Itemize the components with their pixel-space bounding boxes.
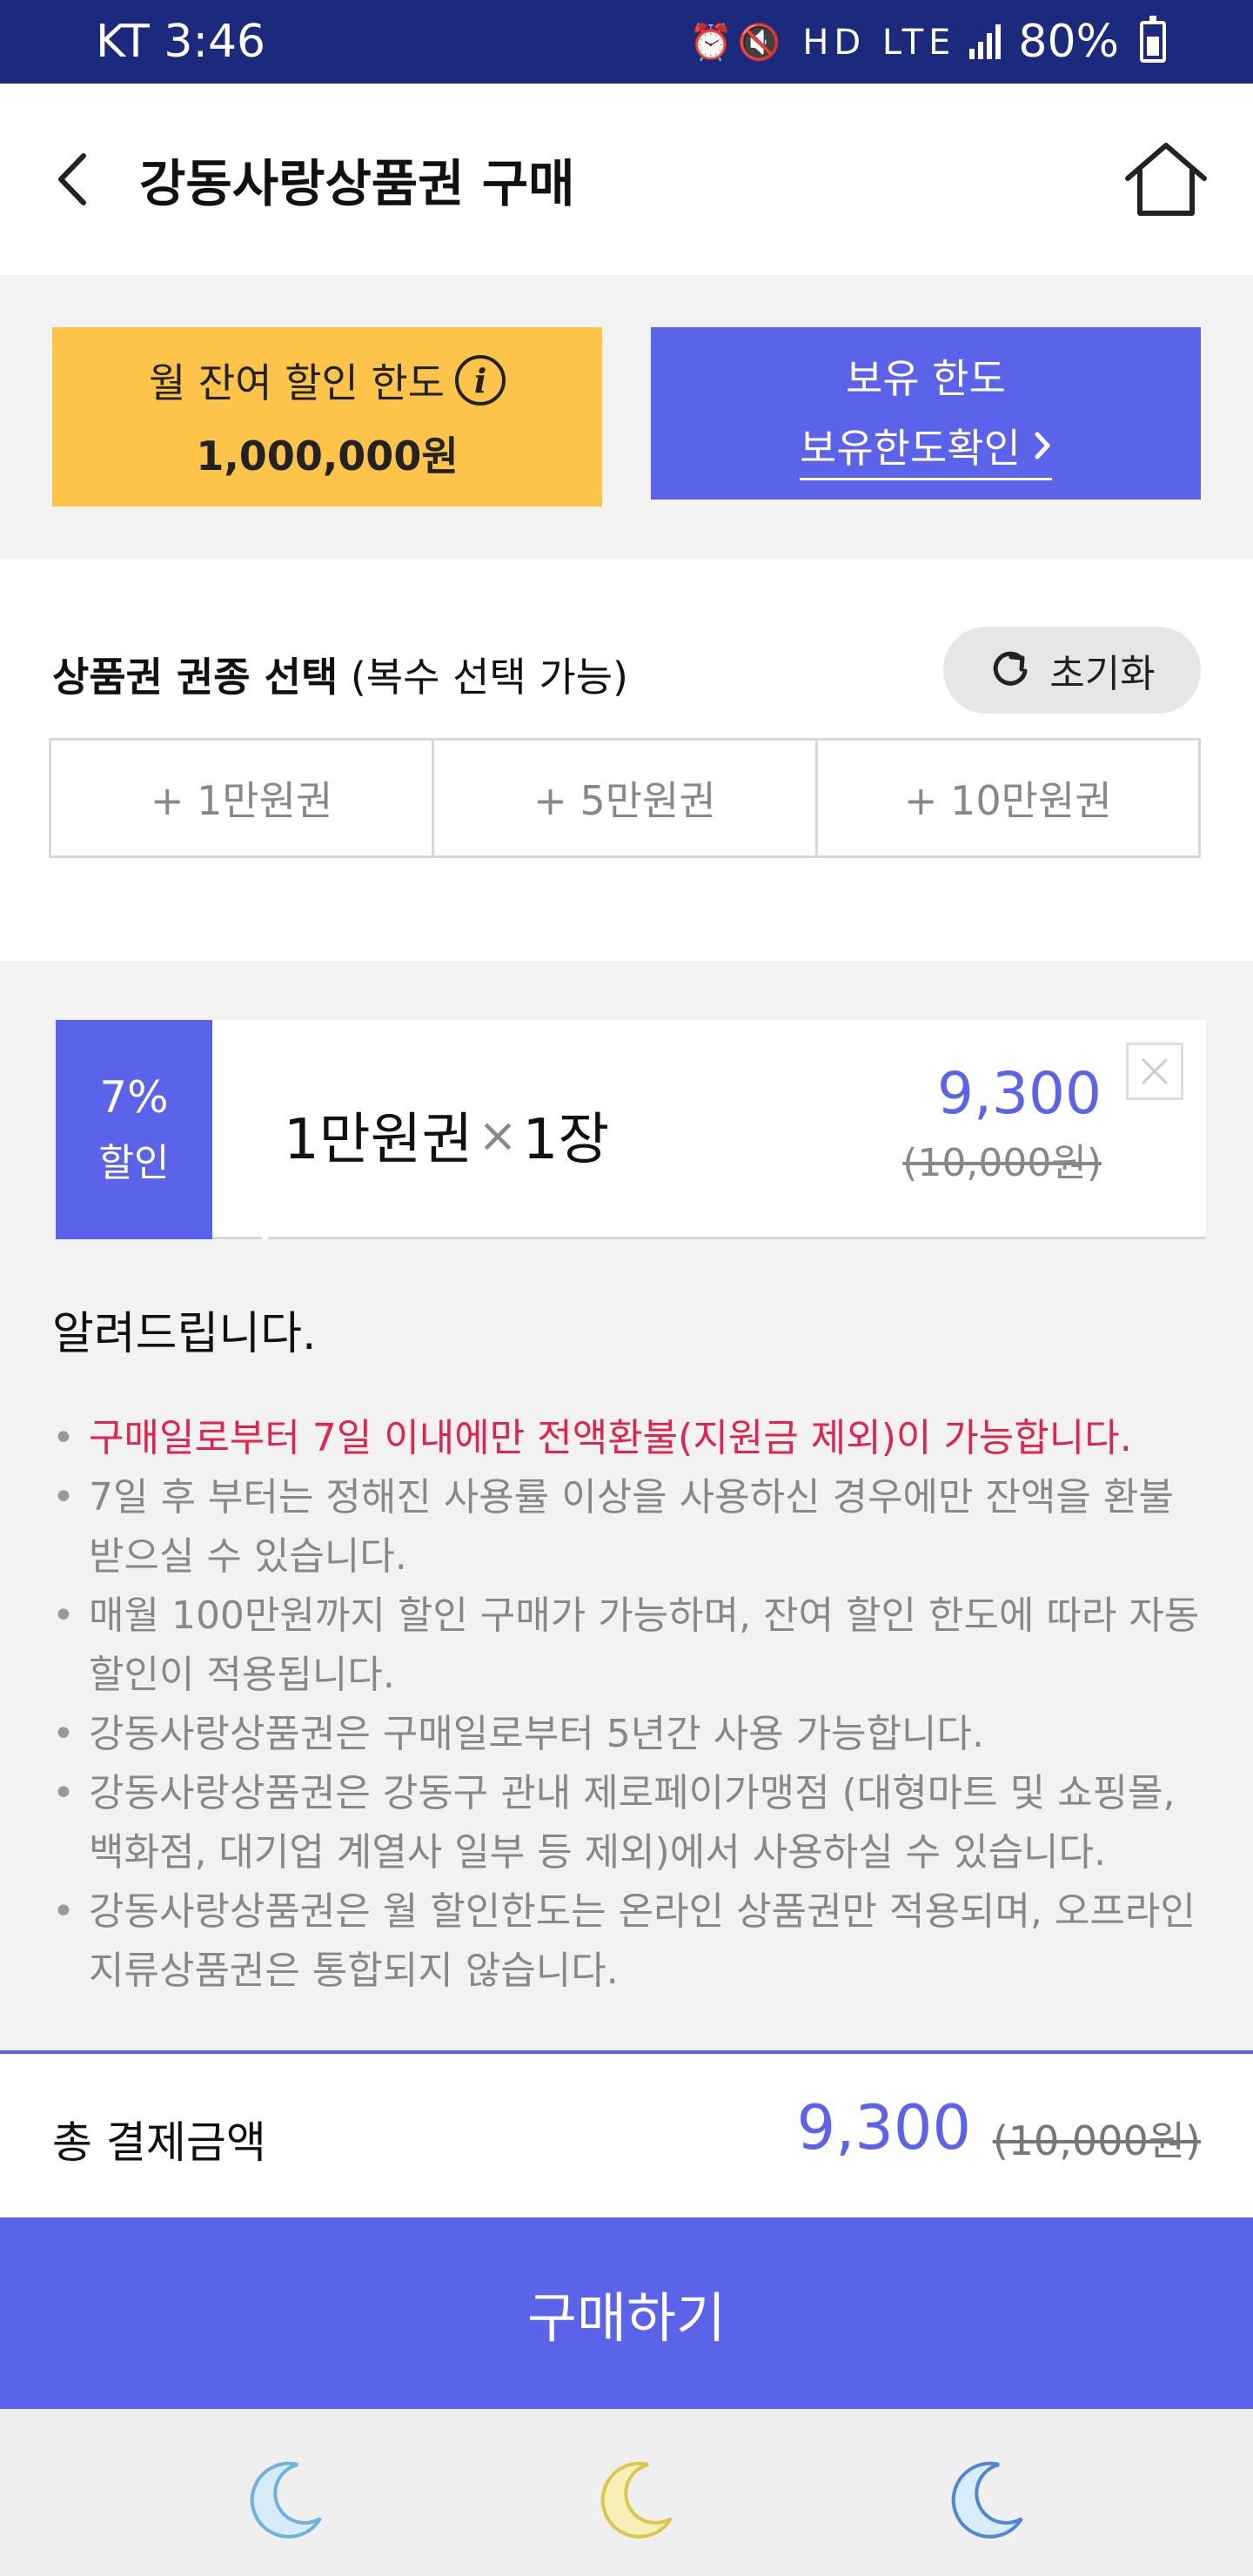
notice-section: 알려드립니다. 구매일로부터 7일 이내에만 전액환불(지원금 제외)이 가능합… <box>0 1297 1253 2054</box>
ticket-description: 1만원권 × 1장 <box>284 1095 609 1175</box>
moon-icon-blue-2[interactable] <box>938 2452 1034 2548</box>
signal-icon <box>969 24 1002 59</box>
remove-ticket-button[interactable] <box>1126 1043 1183 1100</box>
status-bar: KT 3:46 ⏰🔇 HD LTE 80% <box>0 0 1253 84</box>
holding-limit-link-text: 보유한도확인 <box>800 424 1021 472</box>
notice-item: 강동사랑상품권은 월 할인한도는 온라인 상품권만 적용되며, 오프라인 지류상… <box>52 1882 1201 2001</box>
total-label: 총 결제금액 <box>52 2117 266 2168</box>
monthly-limit-label: 월 잔여 할인 한도 <box>148 359 446 406</box>
discount-badge: 7% 할인 <box>56 1020 212 1239</box>
monthly-limit-card: 월 잔여 할인 한도 i 1,000,000원 <box>52 327 602 506</box>
total-original-price: (10,000원) <box>992 2117 1201 2164</box>
selected-voucher-ticket: 7% 할인 1만원권 × 1장 9,300 (10,000원) <box>56 1020 1206 1239</box>
reset-label: 초기화 <box>1049 652 1156 696</box>
status-icons: ⏰🔇 HD LTE <box>689 22 956 63</box>
times-sign: × <box>478 1107 518 1163</box>
refresh-icon <box>994 651 1028 686</box>
chevron-left-icon <box>58 153 86 205</box>
holding-limit-link[interactable]: 보유한도확인 <box>800 417 1052 480</box>
notice-item: 강동사랑상품권은 강동구 관내 제로페이가맹점 (대형마트 및 쇼핑몰, 백화점… <box>52 1764 1201 1882</box>
ticket-name: 1만원권 <box>284 1108 473 1172</box>
monthly-limit-label-row: 월 잔여 할인 한도 i <box>149 352 506 409</box>
moon-icon-yellow[interactable] <box>587 2452 683 2548</box>
ticket-price: 9,300 <box>937 1060 1102 1127</box>
page-title: 강동사랑상품권 구매 <box>139 154 575 213</box>
monthly-limit-value: 1,000,000원 <box>196 433 459 480</box>
select-title-note: (복수 선택 가능) <box>350 654 628 701</box>
limits-section: 월 잔여 할인 한도 i 1,000,000원 보유 한도 보유한도확인 <box>0 275 1253 559</box>
close-icon <box>1141 1057 1169 1085</box>
discount-label: 할인 <box>98 1141 170 1185</box>
bottom-nav <box>0 2409 1253 2576</box>
holding-limit-label: 보유 한도 <box>846 354 1006 402</box>
voucher-option-50k[interactable]: + 5만원권 <box>434 741 818 855</box>
discount-percent: 7% <box>99 1072 169 1123</box>
info-icon[interactable]: i <box>455 355 506 406</box>
reset-button[interactable]: 초기화 <box>943 627 1201 714</box>
home-button[interactable] <box>1122 140 1209 218</box>
back-button[interactable] <box>52 140 113 218</box>
voucher-options: + 1만원권 + 5만원권 + 10만원권 <box>49 738 1201 858</box>
notice-item: 매월 100만원까지 할인 구매가 가능하며, 잔여 할인 한도에 따라 자동 … <box>52 1587 1201 1705</box>
chevron-right-icon <box>1035 432 1050 459</box>
total-price: 9,300 <box>796 2092 971 2163</box>
notice-item: 구매일로부터 7일 이내에만 전액환불(지원금 제외)이 가능합니다. <box>52 1409 1201 1468</box>
notice-item: 7일 후 부터는 정해진 사용률 이상을 사용하신 경우에만 잔액을 환불 받으… <box>52 1468 1201 1587</box>
battery-icon <box>1140 16 1166 63</box>
voucher-select-section: 상품권 권종 선택 (복수 선택 가능) 초기화 + 1만원권 + 5만원권 +… <box>0 559 1253 961</box>
voucher-option-10k[interactable]: + 1만원권 <box>51 741 435 855</box>
notice-item: 강동사랑상품권은 구매일로부터 5년간 사용 가능합니다. <box>52 1705 1201 1764</box>
home-icon <box>1125 143 1207 216</box>
voucher-option-100k[interactable]: + 10만원권 <box>818 741 1198 855</box>
ticket-quantity: 1장 <box>522 1108 610 1172</box>
moon-icon-blue[interactable] <box>237 2452 332 2548</box>
ticket-perforation <box>254 1020 268 1239</box>
app-header: 강동사랑상품권 구매 <box>0 84 1253 275</box>
buy-button[interactable]: 구매하기 <box>0 2217 1253 2409</box>
ticket-original-price: (10,000원) <box>902 1141 1102 1185</box>
carrier-time: KT 3:46 <box>96 16 266 68</box>
total-bar: 총 결제금액 9,300 (10,000원) <box>0 2050 1253 2217</box>
notice-title: 알려드립니다. <box>52 1308 317 1360</box>
select-title-main: 상품권 권종 선택 <box>52 654 338 701</box>
select-title: 상품권 권종 선택 (복수 선택 가능) <box>52 646 628 703</box>
status-indicators: ⏰🔇 HD LTE 80% <box>689 16 1166 68</box>
notice-list: 구매일로부터 7일 이내에만 전액환불(지원금 제외)이 가능합니다. 7일 후… <box>52 1409 1201 2001</box>
holding-limit-card[interactable]: 보유 한도 보유한도확인 <box>651 327 1201 500</box>
battery-percent: 80% <box>1018 16 1119 68</box>
